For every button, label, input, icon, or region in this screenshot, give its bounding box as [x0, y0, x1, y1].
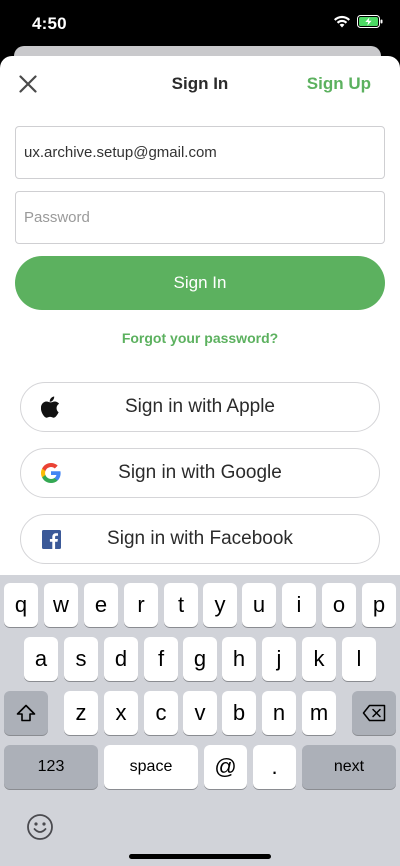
key-i[interactable]: i	[282, 583, 316, 627]
sign-in-google-button[interactable]: Sign in with Google	[20, 448, 380, 498]
key-c[interactable]: c	[144, 691, 178, 735]
google-icon	[40, 462, 62, 484]
apple-icon	[40, 396, 62, 418]
key-r[interactable]: r	[124, 583, 158, 627]
key-l[interactable]: l	[342, 637, 376, 681]
key-e[interactable]: e	[84, 583, 118, 627]
sign-in-google-label: Sign in with Google	[118, 462, 282, 483]
numbers-key[interactable]: 123	[4, 745, 98, 789]
sign-in-button[interactable]: Sign In	[15, 256, 385, 310]
battery-charging-icon	[357, 15, 383, 28]
backspace-key[interactable]	[352, 691, 396, 735]
key-b[interactable]: b	[222, 691, 256, 735]
sign-in-facebook-button[interactable]: Sign in with Facebook	[20, 514, 380, 564]
next-key[interactable]: next	[302, 745, 396, 789]
forgot-password-link[interactable]: Forgot your password?	[0, 330, 400, 346]
sign-in-apple-button[interactable]: Sign in with Apple	[20, 382, 380, 432]
status-time: 4:50	[32, 14, 67, 33]
key-f[interactable]: f	[144, 637, 178, 681]
shift-icon	[16, 704, 36, 722]
facebook-icon	[40, 528, 62, 550]
key-z[interactable]: z	[64, 691, 98, 735]
key-w[interactable]: w	[44, 583, 78, 627]
backspace-icon	[362, 704, 386, 722]
email-field[interactable]	[15, 126, 385, 179]
key-p[interactable]: p	[362, 583, 396, 627]
emoji-icon	[27, 814, 53, 840]
emoji-button[interactable]	[24, 811, 56, 843]
key-t[interactable]: t	[164, 583, 198, 627]
space-key[interactable]: space	[104, 745, 198, 789]
home-indicator	[129, 854, 271, 859]
sign-in-sheet: Sign In Sign Up Sign In Forgot your pass…	[0, 56, 400, 576]
status-icons	[333, 15, 384, 28]
key-n[interactable]: n	[262, 691, 296, 735]
dot-key[interactable]: .	[253, 745, 296, 789]
status-bar: 4:50	[0, 0, 400, 48]
key-h[interactable]: h	[222, 637, 256, 681]
close-button[interactable]	[14, 70, 42, 98]
key-s[interactable]: s	[64, 637, 98, 681]
key-u[interactable]: u	[242, 583, 276, 627]
sign-in-facebook-label: Sign in with Facebook	[107, 528, 293, 549]
key-x[interactable]: x	[104, 691, 138, 735]
key-o[interactable]: o	[322, 583, 356, 627]
sign-in-apple-label: Sign in with Apple	[125, 396, 275, 417]
password-field[interactable]	[15, 191, 385, 244]
shift-key[interactable]	[4, 691, 48, 735]
key-a[interactable]: a	[24, 637, 58, 681]
at-key[interactable]: @	[204, 745, 247, 789]
key-v[interactable]: v	[183, 691, 217, 735]
key-k[interactable]: k	[302, 637, 336, 681]
key-j[interactable]: j	[262, 637, 296, 681]
key-d[interactable]: d	[104, 637, 138, 681]
keyboard: q w e r t y u i o p a s d f g h j k l z …	[0, 575, 400, 866]
key-g[interactable]: g	[183, 637, 217, 681]
sign-up-link[interactable]: Sign Up	[307, 74, 371, 94]
close-icon	[19, 75, 37, 93]
key-m[interactable]: m	[302, 691, 336, 735]
key-q[interactable]: q	[4, 583, 38, 627]
key-y[interactable]: y	[203, 583, 237, 627]
wifi-icon	[334, 15, 350, 28]
